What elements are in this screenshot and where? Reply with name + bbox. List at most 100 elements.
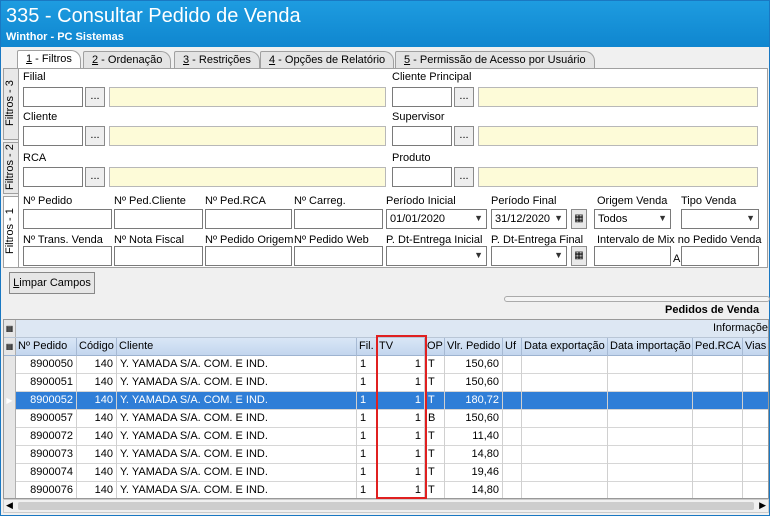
- row-indicator[interactable]: [4, 374, 16, 392]
- cell-data-exportacao: [522, 482, 608, 498]
- cell-cliente: Y. YAMADA S/A. COM. E IND.: [117, 482, 357, 498]
- rca-code-input[interactable]: [23, 167, 83, 187]
- periodo-final-value: 31/12/2020: [495, 213, 551, 225]
- scroll-right-icon[interactable]: ▶: [759, 500, 766, 511]
- row-indicator[interactable]: [4, 464, 16, 482]
- num-pedido-origem-input[interactable]: [205, 246, 292, 266]
- num-pedido-origem-label: Nº Pedido Origem: [205, 234, 294, 246]
- grid-columns-icon[interactable]: ▦: [4, 338, 16, 355]
- row-indicator[interactable]: [4, 482, 16, 498]
- col-data-exportacao[interactable]: Data exportação: [522, 338, 608, 356]
- col-num-pedido[interactable]: Nº Pedido: [16, 338, 77, 356]
- horizontal-scrollbar[interactable]: ◀ ▶: [3, 499, 769, 513]
- p-dt-entrega-inicial-datepicker[interactable]: ▼: [386, 246, 487, 266]
- cell-vias: [743, 464, 768, 482]
- num-pedido-web-input[interactable]: [294, 246, 383, 266]
- produto-lookup-button[interactable]: ...: [454, 167, 474, 187]
- filial-code-input[interactable]: [23, 87, 83, 107]
- table-row[interactable]: 8900073 140 Y. YAMADA S/A. COM. E IND. 1 1 T 1…: [4, 446, 768, 464]
- col-vias[interactable]: Vias: [743, 338, 768, 356]
- cell-uf: [503, 446, 522, 464]
- row-pointer-icon[interactable]: ▶: [4, 392, 16, 410]
- tab-filtros[interactable]: 1 - Filtros: [17, 50, 81, 70]
- intervalo-mix-to-input[interactable]: [681, 246, 759, 266]
- side-tab-filtros-1[interactable]: Filtros - 1: [3, 196, 19, 268]
- tipo-venda-select[interactable]: ▼: [681, 209, 759, 229]
- grid-menu-icon[interactable]: ▦: [4, 320, 16, 337]
- rca-label: RCA: [23, 152, 47, 164]
- table-row[interactable]: 8900057 140 Y. YAMADA S/A. COM. E IND. 1 1 B 1…: [4, 410, 768, 428]
- cell-codigo: 140: [77, 356, 117, 374]
- col-data-importacao[interactable]: Data importação: [608, 338, 693, 356]
- table-row[interactable]: 8900076 140 Y. YAMADA S/A. COM. E IND. 1 1 T 1…: [4, 482, 768, 498]
- num-carreg-input[interactable]: [294, 209, 383, 229]
- row-indicator[interactable]: [4, 410, 16, 428]
- intervalo-mix-from-input[interactable]: [594, 246, 671, 266]
- chevron-down-icon[interactable]: ▼: [554, 250, 563, 260]
- tab-permissao-acesso[interactable]: 5 - Permissão de Acesso por Usuário: [395, 51, 595, 69]
- cell-fil: 1: [357, 482, 377, 498]
- cell-tv: 1: [377, 482, 425, 498]
- p-dt-entrega-final-datepicker[interactable]: ▼: [491, 246, 567, 266]
- cell-data-exportacao: [522, 374, 608, 392]
- orders-grid[interactable]: ▦ Informaçõe ▦ Nº Pedido Código Cliente …: [3, 319, 769, 499]
- calendar-icon[interactable]: ▦: [571, 209, 587, 229]
- tab-ordenacao[interactable]: 2 - Ordenação: [83, 51, 172, 69]
- num-pedido-label: Nº Pedido: [23, 195, 73, 207]
- supervisor-code-input[interactable]: [392, 126, 452, 146]
- section-splitter[interactable]: [504, 296, 770, 302]
- col-cliente[interactable]: Cliente: [117, 338, 357, 356]
- calendar-icon[interactable]: ▦: [571, 246, 587, 266]
- cell-op: T: [425, 446, 445, 464]
- periodo-inicial-datepicker[interactable]: 01/01/2020 ▼: [386, 209, 487, 229]
- col-codigo[interactable]: Código: [77, 338, 117, 356]
- col-ped-rca[interactable]: Ped.RCA: [693, 338, 743, 356]
- num-trans-venda-input[interactable]: [23, 246, 112, 266]
- col-op[interactable]: OP: [425, 338, 445, 356]
- cell-tv: 1: [377, 392, 425, 410]
- filial-lookup-button[interactable]: ...: [85, 87, 105, 107]
- cell-data-importacao: [608, 464, 693, 482]
- periodo-final-label: Período Final: [491, 195, 557, 207]
- cell-vlr-pedido: 150,60: [445, 374, 503, 392]
- cell-cliente: Y. YAMADA S/A. COM. E IND.: [117, 392, 357, 410]
- row-indicator[interactable]: [4, 356, 16, 374]
- table-row[interactable]: 8900072 140 Y. YAMADA S/A. COM. E IND. 1 1 T 1…: [4, 428, 768, 446]
- table-row[interactable]: 8900051 140 Y. YAMADA S/A. COM. E IND. 1 1 T 1…: [4, 374, 768, 392]
- cell-fil: 1: [357, 392, 377, 410]
- table-row[interactable]: ▶ 8900052 140 Y. YAMADA S/A. COM. E IND. 1 1 T…: [4, 392, 768, 410]
- produto-code-input[interactable]: [392, 167, 452, 187]
- scrollbar-thumb[interactable]: [18, 502, 754, 510]
- col-vlr-pedido[interactable]: Vlr. Pedido: [445, 338, 503, 356]
- col-uf[interactable]: Uf: [503, 338, 522, 356]
- side-tab-filtros-3[interactable]: Filtros - 3: [3, 68, 19, 140]
- rca-lookup-button[interactable]: ...: [85, 167, 105, 187]
- limpar-campos-button[interactable]: Limpar Campos: [9, 272, 95, 294]
- table-row[interactable]: 8900050 140 Y. YAMADA S/A. COM. E IND. 1 1 T 1…: [4, 356, 768, 374]
- periodo-final-datepicker[interactable]: 31/12/2020 ▼: [491, 209, 567, 229]
- tab-restricoes[interactable]: 3 - Restrições: [174, 51, 260, 69]
- cliente-principal-code-input[interactable]: [392, 87, 452, 107]
- cell-ped-rca: [693, 356, 743, 374]
- num-pedido-input[interactable]: [23, 209, 112, 229]
- num-ped-cliente-input[interactable]: [114, 209, 203, 229]
- side-tab-filtros-2[interactable]: Filtros - 2: [3, 142, 19, 194]
- supervisor-lookup-button[interactable]: ...: [454, 126, 474, 146]
- num-ped-rca-input[interactable]: [205, 209, 292, 229]
- cell-tv: 1: [377, 464, 425, 482]
- chevron-down-icon[interactable]: ▼: [474, 250, 483, 260]
- row-indicator[interactable]: [4, 446, 16, 464]
- chevron-down-icon[interactable]: ▼: [474, 213, 483, 223]
- tab-opcoes-relatorio[interactable]: 4 - Opções de Relatório: [260, 51, 395, 69]
- col-fil[interactable]: Fil.: [357, 338, 377, 356]
- cliente-lookup-button[interactable]: ...: [85, 126, 105, 146]
- cliente-principal-lookup-button[interactable]: ...: [454, 87, 474, 107]
- col-tv[interactable]: TV: [377, 338, 425, 356]
- num-nota-fiscal-input[interactable]: [114, 246, 203, 266]
- scroll-left-icon[interactable]: ◀: [6, 500, 13, 511]
- chevron-down-icon[interactable]: ▼: [554, 213, 563, 223]
- cliente-code-input[interactable]: [23, 126, 83, 146]
- origem-venda-select[interactable]: Todos ▼: [594, 209, 671, 229]
- row-indicator[interactable]: [4, 428, 16, 446]
- table-row[interactable]: 8900074 140 Y. YAMADA S/A. COM. E IND. 1 1 T 1…: [4, 464, 768, 482]
